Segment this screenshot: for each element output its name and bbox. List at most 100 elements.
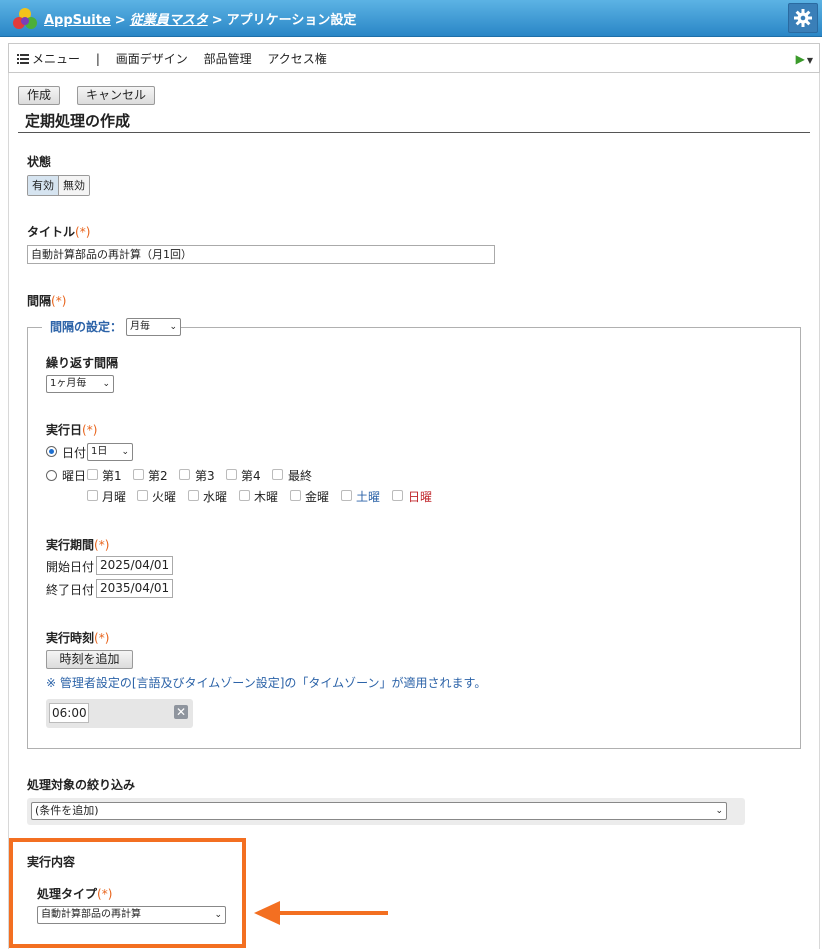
date-option-label: 日付	[62, 446, 87, 460]
menu-item-parts[interactable]: 部品管理	[204, 52, 252, 66]
filter-label: 処理対象の絞り込み	[27, 778, 136, 792]
weekday-radio[interactable]	[46, 470, 57, 481]
date-radio[interactable]	[46, 446, 57, 457]
day-checkbox[interactable]	[188, 490, 199, 501]
title-divider	[18, 132, 810, 133]
day-label: 木曜	[254, 490, 279, 504]
menu-item-screen-design[interactable]: 画面デザイン	[116, 52, 188, 66]
day-checkbox[interactable]	[392, 490, 403, 501]
menu-button[interactable]: メニュー	[17, 52, 84, 66]
required-mark: (*)	[82, 423, 98, 437]
day-label: 水曜	[203, 490, 228, 504]
end-date-label: 終了日付	[46, 583, 95, 597]
interval-setting-value: 月毎	[130, 321, 150, 332]
breadcrumb-separator: >	[114, 13, 126, 28]
weekday-option-label: 曜日	[62, 469, 87, 483]
breadcrumb-db-link[interactable]: 従業員マスタ	[130, 13, 208, 28]
gear-icon	[794, 9, 812, 27]
day-checkbox[interactable]	[341, 490, 352, 501]
menu-divider: |	[95, 52, 100, 66]
menu-item-access[interactable]: アクセス権	[267, 52, 326, 66]
remove-icon[interactable]: ✕	[174, 705, 188, 719]
period-label-text: 実行期間	[46, 538, 95, 552]
chevron-down-icon: ⌄	[715, 806, 723, 816]
exec-time-label-text: 実行時刻	[46, 631, 95, 645]
appsuite-logo-icon[interactable]	[12, 7, 38, 31]
repeat-interval-select[interactable]: 1ヶ月毎 ⌄	[46, 375, 114, 393]
exec-day-label: 実行日(*)	[46, 421, 97, 438]
add-time-button[interactable]: 時刻を追加	[46, 650, 133, 669]
breadcrumb-current: アプリケーション設定	[226, 13, 357, 28]
end-date-input[interactable]: 2035/04/01	[96, 579, 173, 598]
day-checkbox[interactable]	[290, 490, 301, 501]
repeat-interval-value: 1ヶ月毎	[50, 378, 87, 389]
chevron-down-icon: ⌄	[121, 447, 129, 457]
date-select[interactable]: 1日 ⌄	[87, 443, 133, 461]
chevron-down-icon: ⌄	[102, 379, 110, 389]
filter-select[interactable]: (条件を追加) ⌄	[31, 802, 727, 820]
chevron-down-icon: ▼	[806, 56, 813, 65]
start-date-input[interactable]: 2025/04/01	[96, 556, 173, 575]
status-toggle: 有効 無効	[27, 175, 90, 196]
exec-day-label-text: 実行日	[46, 423, 83, 437]
week-checkbox[interactable]	[133, 469, 144, 480]
day-label: 火曜	[152, 490, 177, 504]
title-label: タイトル(*)	[27, 223, 90, 240]
day-label-saturday: 土曜	[356, 490, 381, 504]
app-header: AppSuite > 従業員マスタ > アプリケーション設定	[0, 0, 822, 37]
highlight-box	[9, 838, 246, 948]
week-checkbox[interactable]	[226, 469, 237, 480]
day-label: 金曜	[305, 490, 330, 504]
title-input[interactable]: 自動計算部品の再計算（月1回）	[27, 245, 495, 264]
interval-label-text: 間隔	[27, 294, 52, 308]
time-entry: 06:00 ✕	[46, 699, 193, 728]
week-label: 第1	[102, 469, 122, 483]
day-label-sunday: 日曜	[408, 490, 433, 504]
arrow-left-icon	[254, 901, 388, 925]
status-label: 状態	[27, 155, 52, 169]
filter-value: (条件を追加)	[35, 804, 99, 817]
cancel-button[interactable]: キャンセル	[77, 86, 156, 105]
interval-setting-select[interactable]: 月毎 ⌄	[126, 318, 181, 336]
status-enabled-option[interactable]: 有効	[28, 176, 59, 195]
required-mark: (*)	[94, 631, 110, 645]
chevron-down-icon: ⌄	[169, 322, 177, 332]
week-checkbox[interactable]	[87, 469, 98, 480]
required-mark: (*)	[75, 225, 91, 239]
play-icon: ▶	[795, 52, 805, 66]
breadcrumb: AppSuite > 従業員マスタ > アプリケーション設定	[44, 9, 356, 28]
status-disabled-option[interactable]: 無効	[59, 176, 89, 195]
day-checkbox[interactable]	[239, 490, 250, 501]
day-checkbox[interactable]	[87, 490, 98, 501]
breadcrumb-separator: >	[211, 13, 223, 28]
create-button[interactable]: 作成	[18, 86, 61, 105]
day-label: 月曜	[102, 490, 127, 504]
day-checkbox[interactable]	[137, 490, 148, 501]
week-checkbox[interactable]	[179, 469, 190, 480]
week-label: 第3	[195, 469, 215, 483]
run-menu-button[interactable]: ▶ ▼	[796, 52, 813, 66]
required-mark: (*)	[51, 294, 67, 308]
week-label: 第4	[241, 469, 261, 483]
title-label-text: タイトル	[27, 225, 76, 239]
time-input[interactable]: 06:00	[49, 703, 89, 723]
timezone-note: ※ 管理者設定の[言語及びタイムゾーン設定]の「タイムゾーン」が適用されます。	[46, 676, 487, 690]
menu-list-icon	[17, 54, 29, 64]
interval-setting-label: 間隔の設定：	[50, 320, 123, 334]
breadcrumb-app-link[interactable]: AppSuite	[44, 13, 111, 28]
week-checkbox[interactable]	[272, 469, 283, 480]
date-value: 1日	[91, 446, 108, 457]
start-date-label: 開始日付	[46, 560, 95, 574]
menu-label: メニュー	[32, 52, 81, 66]
repeat-interval-label: 繰り返す間隔	[46, 356, 119, 370]
week-label: 最終	[288, 469, 313, 483]
interval-label: 間隔(*)	[27, 292, 66, 309]
week-label: 第2	[148, 469, 168, 483]
period-label: 実行期間(*)	[46, 536, 109, 553]
menu-bar: メニュー | 画面デザイン 部品管理 アクセス権 ▶ ▼	[8, 43, 820, 73]
interval-legend: 間隔の設定：	[42, 317, 131, 337]
exec-time-label: 実行時刻(*)	[46, 629, 109, 646]
settings-button[interactable]	[788, 3, 818, 33]
page-title: 定期処理の作成	[25, 112, 131, 130]
required-mark: (*)	[94, 538, 110, 552]
